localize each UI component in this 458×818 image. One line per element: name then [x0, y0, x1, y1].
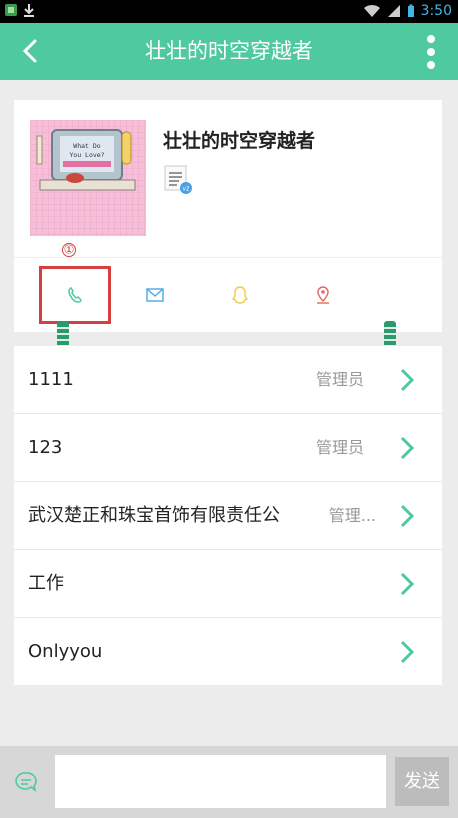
group-name: Onlyyou	[28, 641, 103, 662]
phone-icon	[68, 287, 82, 303]
qq-icon	[232, 286, 248, 304]
list-item[interactable]: Onlyyou	[14, 618, 442, 686]
page-title: 壮壮的时空穿越者	[145, 39, 313, 63]
group-name: 123	[28, 437, 63, 458]
group-role: 管理...	[328, 506, 376, 525]
chevron-right-icon	[400, 640, 414, 664]
svg-text:You Love?: You Love?	[69, 151, 104, 159]
svg-text:What Do: What Do	[73, 142, 100, 150]
doc-badge: v2	[182, 186, 190, 193]
location-button[interactable]	[287, 266, 359, 324]
step-marker: ①	[62, 243, 76, 257]
phone-button[interactable]	[39, 266, 111, 324]
list-item[interactable]: 1111 管理员	[14, 346, 442, 414]
profile-card: What Do You Love? 壮壮的时空穿越者 v2 ①	[14, 100, 442, 332]
list-item[interactable]: 武汉楚正和珠宝首饰有限责任公 管理...	[14, 482, 442, 550]
document-icon[interactable]: v2	[163, 164, 193, 194]
chevron-right-icon	[400, 504, 414, 528]
signal-icon	[387, 5, 400, 17]
emoji-icon[interactable]	[14, 770, 38, 794]
location-icon	[317, 286, 329, 304]
contact-actions	[14, 258, 442, 324]
svg-text:①: ①	[64, 243, 75, 257]
status-time: 3:50	[420, 3, 452, 19]
chevron-right-icon	[400, 368, 414, 392]
app-icon	[5, 4, 17, 16]
group-name: 武汉楚正和珠宝首饰有限责任公	[28, 505, 280, 526]
list-item[interactable]: 123 管理员	[14, 414, 442, 482]
app-bar: 壮壮的时空穿越者	[0, 23, 458, 80]
send-button[interactable]: 发送	[395, 757, 449, 806]
mail-icon	[146, 288, 164, 302]
group-list: 1111 管理员 123 管理员 武汉楚正和珠宝首饰有限责任公 管理... 工作…	[14, 346, 442, 686]
download-icon	[24, 4, 34, 17]
list-item[interactable]: 工作	[14, 550, 442, 618]
battery-icon	[407, 4, 414, 17]
message-input[interactable]	[55, 755, 386, 808]
group-role: 管理员	[315, 438, 364, 457]
back-arrow-icon[interactable]	[16, 36, 46, 66]
more-vertical-icon[interactable]	[426, 34, 436, 70]
group-name: 1111	[28, 369, 74, 390]
group-role: 管理员	[315, 370, 364, 389]
group-name: 工作	[28, 573, 64, 594]
wifi-icon	[363, 4, 380, 17]
chevron-right-icon	[400, 436, 414, 460]
message-input-bar: 发送	[0, 746, 458, 818]
status-bar: 3:50	[0, 0, 458, 23]
profile-name: 壮壮的时空穿越者	[163, 130, 316, 152]
qq-button[interactable]	[204, 266, 276, 324]
mail-button[interactable]	[119, 266, 191, 324]
avatar[interactable]: What Do You Love?	[30, 120, 146, 236]
chevron-right-icon	[400, 572, 414, 596]
